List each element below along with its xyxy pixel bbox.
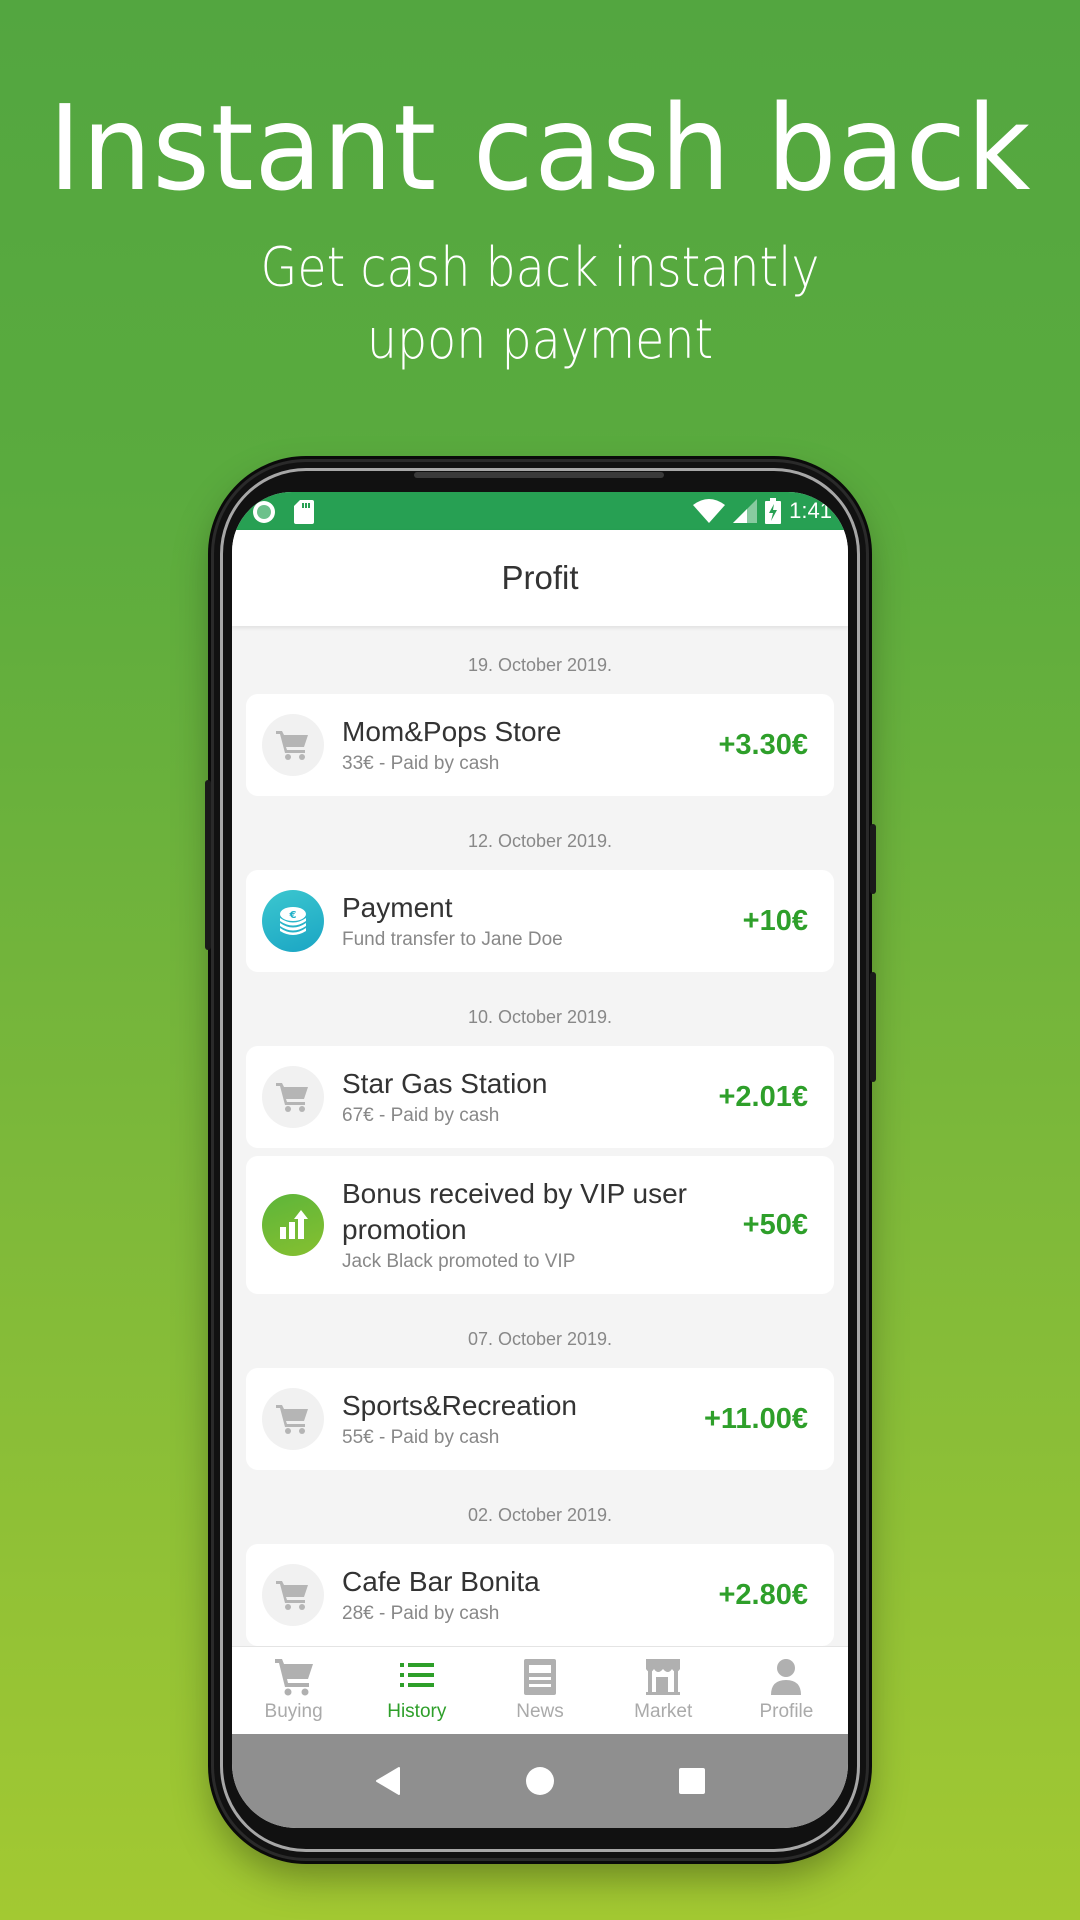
hero-subtitle-line2: upon payment — [366, 308, 714, 371]
phone-volume-button — [870, 824, 876, 894]
bottom-tab-bar: Buying History News Market Profile — [232, 1646, 848, 1734]
transaction-item[interactable]: € Payment Fund transfer to Jane Doe +10€ — [246, 870, 834, 972]
transaction-item[interactable]: Sports&Recreation 55€ - Paid by cash +11… — [246, 1368, 834, 1470]
date-header: 19. October 2019. — [467, 655, 613, 675]
status-bar: 1:41 — [232, 492, 848, 530]
tab-label: Buying — [264, 1701, 323, 1722]
back-button[interactable] — [368, 1761, 408, 1801]
tab-label: Profile — [759, 1701, 814, 1722]
bar-chart-up-icon — [262, 1194, 324, 1256]
phone-screen: 1:41 Profit 19. October 2019. Mom&Pops S… — [232, 492, 848, 1828]
sd-card-icon — [294, 500, 314, 524]
transaction-subtitle: Jack Black promoted to VIP — [342, 1251, 576, 1272]
app-bar: Profit — [232, 530, 848, 626]
svg-text:€: € — [289, 910, 297, 921]
home-button[interactable] — [520, 1761, 560, 1801]
transaction-subtitle: Fund transfer to Jane Doe — [342, 929, 563, 950]
transaction-amount: +2.01€ — [718, 1080, 808, 1113]
recents-icon — [679, 1768, 705, 1794]
back-icon — [376, 1767, 400, 1795]
transaction-item[interactable]: Bonus received by VIP user promotion Jac… — [246, 1156, 834, 1294]
tab-label: News — [516, 1701, 564, 1722]
tab-history[interactable]: History — [355, 1647, 478, 1734]
euro-coins-icon: € — [262, 890, 324, 952]
transaction-amount: +50€ — [742, 1208, 808, 1241]
shopping-cart-icon — [262, 1564, 324, 1626]
tab-label: History — [387, 1701, 447, 1722]
person-icon — [771, 1659, 802, 1695]
tab-market[interactable]: Market — [602, 1647, 725, 1734]
transaction-item[interactable]: Mom&Pops Store 33€ - Paid by cash +3.30€ — [246, 694, 834, 796]
wifi-icon — [693, 499, 726, 523]
transaction-subtitle: 28€ - Paid by cash — [342, 1603, 500, 1624]
list-icon — [399, 1663, 434, 1687]
hero-subtitle-line1: Get cash back instantly — [260, 236, 820, 299]
system-nav-bar — [232, 1734, 848, 1828]
transaction-title: Sports&Recreation — [342, 1390, 578, 1421]
cellular-signal-icon — [733, 499, 758, 523]
transaction-title: Payment — [342, 892, 453, 923]
home-icon — [526, 1767, 554, 1795]
date-header: 12. October 2019. — [467, 831, 613, 851]
shopping-cart-icon — [262, 1388, 324, 1450]
date-header: 02. October 2019. — [467, 1505, 613, 1525]
shopping-cart-icon — [274, 1659, 313, 1696]
transaction-amount: +11.00€ — [703, 1402, 808, 1435]
tab-buying[interactable]: Buying — [232, 1647, 355, 1734]
transaction-title: Cafe Bar Bonita — [342, 1566, 540, 1597]
storefront-icon — [646, 1659, 681, 1695]
transaction-amount: +10€ — [742, 904, 808, 937]
page-title: Profit — [501, 559, 579, 596]
tab-label: Market — [634, 1701, 693, 1722]
shopping-cart-icon — [262, 1066, 324, 1128]
tab-profile[interactable]: Profile — [725, 1647, 848, 1734]
transaction-item[interactable]: Cafe Bar Bonita 28€ - Paid by cash +2.80… — [246, 1544, 834, 1646]
transaction-amount: +2.80€ — [718, 1578, 808, 1611]
recents-button[interactable] — [672, 1761, 712, 1801]
transaction-item[interactable]: Star Gas Station 67€ - Paid by cash +2.0… — [246, 1046, 834, 1148]
phone-side-button-left — [205, 780, 211, 950]
hero-subtitle: Get cash back instantly upon payment — [65, 232, 1015, 376]
phone-speaker — [414, 472, 664, 478]
transaction-subtitle: 55€ - Paid by cash — [342, 1427, 500, 1448]
transaction-title: Star Gas Station — [342, 1068, 548, 1099]
battery-charging-icon — [765, 498, 782, 524]
history-list[interactable]: 19. October 2019. Mom&Pops Store 33€ - P… — [232, 628, 848, 1646]
date-header: 07. October 2019. — [467, 1329, 613, 1349]
tab-news[interactable]: News — [478, 1647, 601, 1734]
phone-power-button — [870, 972, 876, 1082]
notification-circle-icon — [253, 501, 275, 523]
date-header: 10. October 2019. — [467, 1007, 613, 1027]
transaction-amount: +3.30€ — [718, 728, 808, 761]
transaction-title: Mom&Pops Store — [342, 716, 562, 747]
phone-frame: 1:41 Profit 19. October 2019. Mom&Pops S… — [205, 462, 876, 1858]
transaction-subtitle: 33€ - Paid by cash — [342, 753, 500, 774]
shopping-cart-icon — [262, 714, 324, 776]
newspaper-icon — [524, 1659, 556, 1695]
hero-title: Instant cash back — [48, 79, 1032, 217]
transaction-subtitle: 67€ - Paid by cash — [342, 1105, 500, 1126]
status-time: 1:41 — [789, 498, 832, 523]
transaction-title: Bonus received by VIP user promotion — [342, 1178, 688, 1245]
